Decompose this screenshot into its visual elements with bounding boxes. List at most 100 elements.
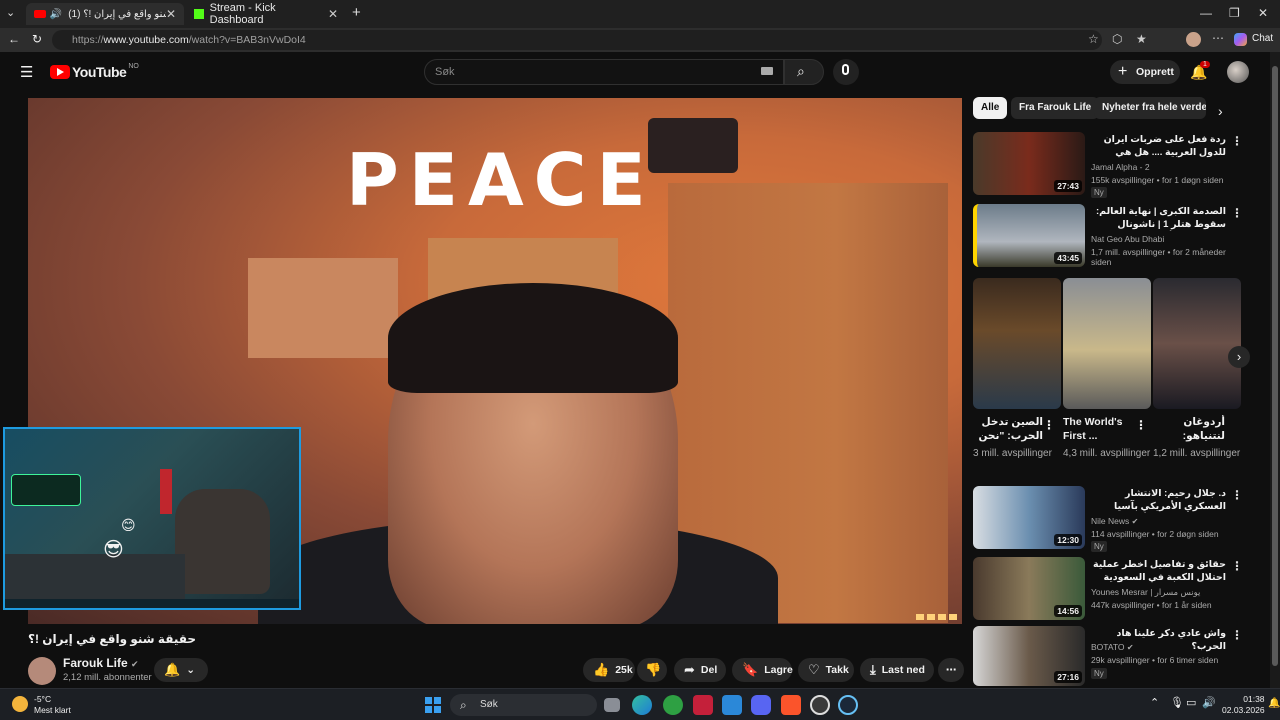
more-vert-icon[interactable]: ⋮ [1043,418,1055,432]
obs-icon[interactable] [810,695,830,715]
store-icon[interactable] [722,695,742,715]
short-item[interactable]: أردوغان لنتنياهو: ساعة نهايتك ... 1,2 mi… [1153,278,1241,460]
short-item[interactable]: The World's First ... 4,3 mill. avspilli… [1063,278,1151,460]
chip-all[interactable]: Alle [973,97,1008,119]
tray-chevron-icon[interactable]: ⌃ [1150,696,1159,709]
tab-title: (1) حقيقة شنو واقع في إيران !؟ [68,8,166,20]
page-scrollbar[interactable] [1270,52,1280,688]
hamburger-menu-icon[interactable]: ☰ [20,63,33,81]
share-button[interactable]: ➦ Del [674,658,726,682]
dislike-button[interactable]: 👎 [637,658,667,682]
copilot-icon[interactable] [1234,33,1247,46]
tab-youtube[interactable]: 🔊 (1) حقيقة شنو واقع في إيران !؟ ✕ [26,3,184,25]
task-view-icon[interactable] [604,698,620,712]
microphone-tray-icon[interactable]: 🎙 [1170,696,1184,709]
duration-badge: 12:30 [1054,534,1082,546]
youtube-logo[interactable]: YouTube NO [50,63,139,80]
xbox-icon[interactable] [663,695,683,715]
chat-label[interactable]: Chat [1252,33,1273,44]
notifications-button[interactable]: 🔔 1 [1190,61,1210,82]
close-tab-icon[interactable]: ✕ [166,7,176,21]
more-vert-icon[interactable]: ⋮ [1231,134,1243,148]
thumbs-down-icon: 👎 [645,662,662,677]
edge-browser-icon[interactable] [632,695,652,715]
channel-name-text: BOTATO [1091,642,1125,652]
short-title: الصين تدخل الحرب: "نحن ... [978,416,1043,445]
keyboard-icon[interactable] [761,67,773,75]
taskbar-search[interactable]: ⌕ Søk [450,694,597,716]
create-button[interactable]: + Opprett [1110,60,1180,84]
maximize-icon[interactable]: ❐ [1229,6,1240,20]
shorts-next-button[interactable]: › [1228,346,1250,368]
refresh-icon[interactable]: ↻ [32,32,42,46]
more-menu-icon[interactable]: ⋯ [1212,31,1224,45]
channel-avatar[interactable] [28,657,56,685]
extensions-icon[interactable]: ⬡ [1112,32,1122,46]
recommendation-meta: 155k avspillinger • for 1 døgn siden [1091,175,1224,185]
steam-icon[interactable] [838,695,858,715]
affinity-app-icon[interactable] [693,695,713,715]
recommendation-item[interactable]: 14:56 حقائق و تفاصيل اخطر عملية احتلال ا… [973,557,1243,621]
network-icon[interactable]: ▭ [1186,696,1196,709]
scrollbar-thumb[interactable] [1272,66,1278,666]
more-icon: ⋯ [945,664,957,676]
short-views: 4,3 mill. avspillinger [1063,448,1151,459]
recommendation-meta: 447k avspillinger • for 1 år siden [1091,600,1212,610]
like-button[interactable]: 👍 25k [583,658,635,682]
windows-start-icon[interactable] [425,697,441,713]
weather-widget[interactable]: -5°C Mest klart [34,694,71,716]
download-button[interactable]: ⤓ Last ned [860,658,934,682]
chip-world-news[interactable]: Nyheter fra hele verden [1094,97,1206,119]
minimize-icon[interactable]: — [1200,6,1212,20]
new-tab-icon[interactable]: + [352,4,361,21]
thanks-button[interactable]: ♡ Takk [798,658,854,682]
weather-icon[interactable] [12,696,28,712]
more-vert-icon[interactable]: ⋮ [1231,628,1243,642]
more-vert-icon[interactable]: ⋮ [1231,206,1243,220]
webcam-bottom-bar [5,599,299,608]
address-bar-row: ← ↻ https://www.youtube.com/watch?v=BAB3… [0,28,1280,52]
more-vert-icon[interactable]: ⋮ [1135,418,1147,432]
close-tab-icon[interactable]: ✕ [328,7,338,21]
subscribe-bell-button[interactable]: 🔔 ⌄ [154,658,208,682]
recommendation-item[interactable]: 27:43 ردة فعل على ضربات ايران للدول العر… [973,132,1243,198]
back-icon[interactable]: ← [8,32,20,46]
weather-temp: -5°C [34,694,52,704]
youtube-play-icon [50,65,70,79]
video-thumbnail: 27:43 [973,132,1085,195]
clock-date: 02.03.2026 [1222,705,1265,715]
system-clock[interactable]: 01:38 02.03.2026 [1222,694,1265,716]
favorite-star-icon[interactable]: ☆ [1088,32,1099,46]
new-badge: Ny [1091,541,1107,552]
brave-browser-icon[interactable] [781,695,801,715]
youtube-header: ☰ YouTube NO Søk ⌕ + Opprett 🔔 1 [0,52,1270,94]
url-field[interactable]: https://www.youtube.com/watch?v=BAB3nVwD… [52,30,1102,50]
more-actions-button[interactable]: ⋯ [938,658,964,682]
more-vert-icon[interactable]: ⋮ [1231,488,1243,502]
search-button[interactable]: ⌕ [784,59,824,85]
more-vert-icon[interactable]: ⋮ [1231,559,1243,573]
tab-list-icon[interactable]: ⌄ [6,6,15,19]
discord-icon[interactable] [751,695,771,715]
channel-name[interactable]: Farouk Life ✔ [63,656,139,670]
save-button[interactable]: 🔖 Lagre [732,658,793,682]
voice-search-button[interactable] [833,59,859,85]
close-window-icon[interactable]: ✕ [1258,6,1268,20]
chip-from-channel[interactable]: Fra Farouk Life [1011,97,1100,119]
background-dark-object [648,118,738,173]
video-thumbnail: 14:56 [973,557,1085,620]
notification-center-icon[interactable]: 🔔 [1268,698,1280,709]
emoji-sunglasses-icon: 😎 [103,539,124,561]
account-avatar[interactable] [1227,61,1249,83]
recommendation-item[interactable]: 12:30 د. جلال رحيم: الانتشار العسكري الأ… [973,486,1243,552]
profile-avatar[interactable] [1186,32,1201,47]
audio-icon[interactable]: 🔊 [50,9,62,20]
favorites-icon[interactable]: ★ [1136,32,1147,46]
recommendation-item[interactable]: 27:16 واش عادي دكر علينا هاد الحرب؟ BOTA… [973,626,1243,690]
tab-kick[interactable]: Stream - Kick Dashboard ✕ [186,2,346,26]
chevron-right-icon[interactable]: › [1218,103,1223,119]
volume-icon[interactable]: 🔊 [1202,696,1216,709]
recommendation-item[interactable]: 43:45 الصدمة الكبرى | نهاية العالم: سقوط… [973,204,1243,268]
short-item[interactable]: الصين تدخل الحرب: "نحن ... 3 mill. avspi… [973,278,1061,460]
search-input[interactable]: Søk [424,59,784,85]
